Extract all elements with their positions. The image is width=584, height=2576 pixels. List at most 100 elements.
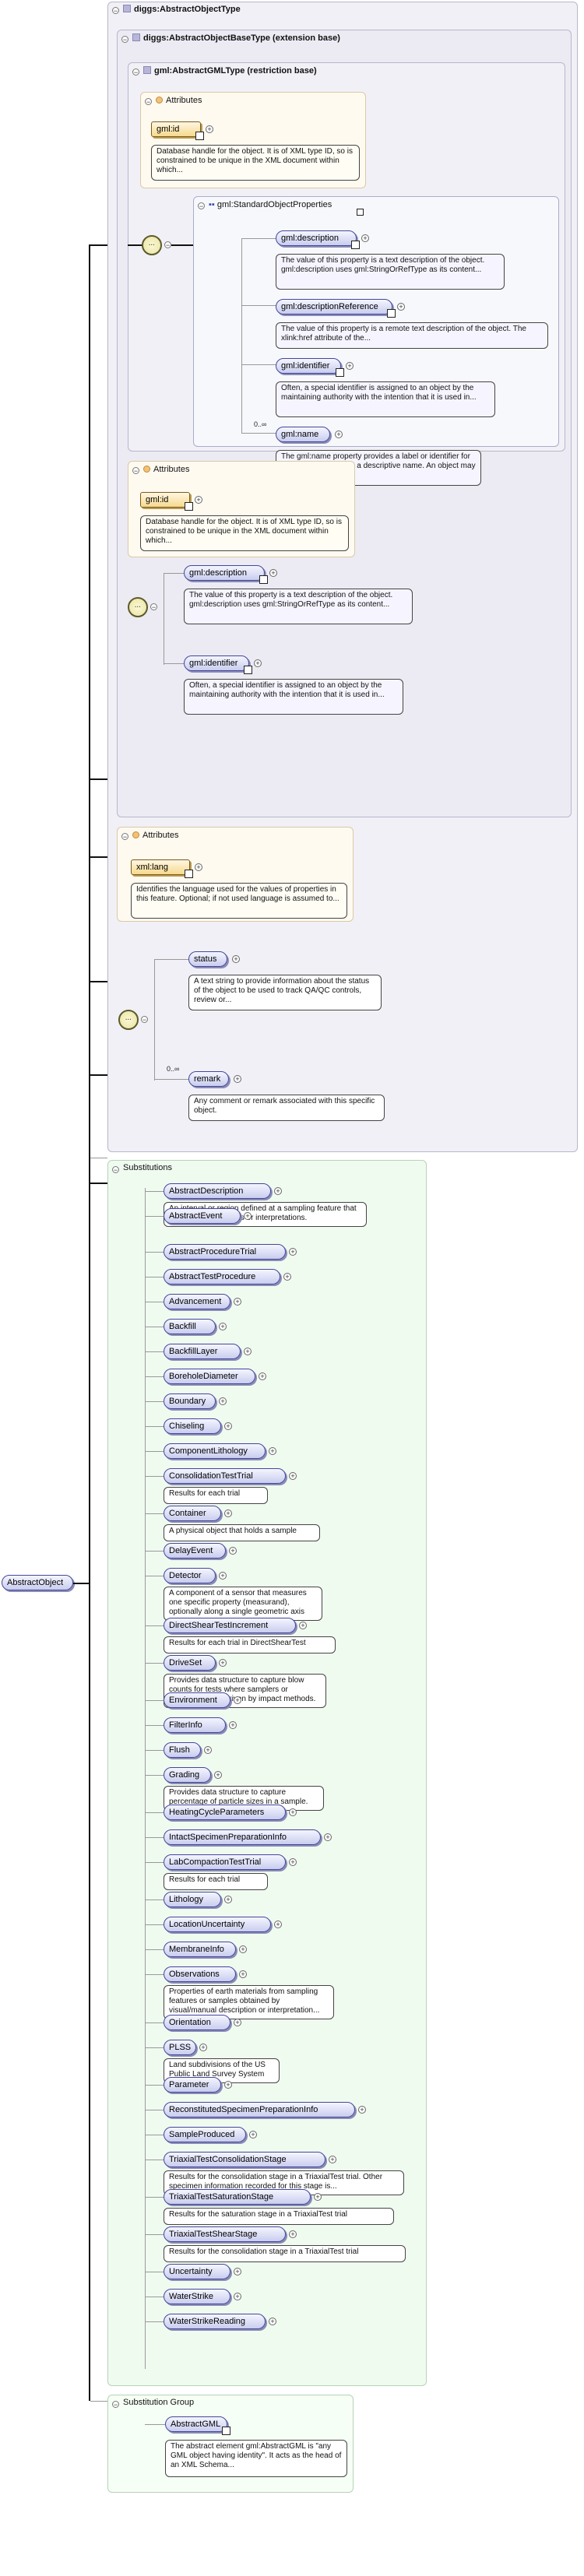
expand-icon[interactable]: + — [229, 1721, 237, 1729]
expand-icon[interactable]: + — [204, 1746, 212, 1754]
substitution-boundary[interactable]: Boundary — [164, 1393, 216, 1409]
substitution-labcompactiontesttrial[interactable]: LabCompactionTestTrial — [164, 1854, 286, 1870]
expand-icon[interactable]: + — [269, 1447, 276, 1455]
expand-icon[interactable]: + — [239, 1945, 247, 1953]
expand-icon[interactable]: + — [234, 2293, 241, 2300]
expand-icon[interactable]: + — [274, 1187, 282, 1195]
substitution-abstractevent[interactable]: AbstractEvent — [164, 1208, 241, 1224]
collapse-toggle[interactable]: − — [198, 202, 205, 210]
expand-icon[interactable]: + — [224, 1422, 232, 1430]
expand-icon[interactable]: + — [234, 1298, 241, 1306]
collapse-toggle[interactable]: − — [164, 241, 171, 249]
expand-icon[interactable]: + — [224, 1509, 232, 1517]
expand-icon[interactable]: + — [335, 431, 343, 438]
collapse-toggle[interactable]: − — [121, 833, 128, 841]
std-element-gml-description[interactable]: gml:description — [276, 230, 360, 249]
substitution-abstracttestprocedure[interactable]: AbstractTestProcedure — [164, 1269, 280, 1284]
substitution-consolidationtesttrial[interactable]: ConsolidationTestTrial — [164, 1468, 286, 1484]
substitution-driveset[interactable]: DriveSet — [164, 1655, 216, 1671]
substitution-container[interactable]: Container — [164, 1506, 221, 1521]
expand-icon[interactable]: + — [299, 1622, 307, 1629]
expand-icon[interactable]: + — [289, 1808, 297, 1816]
expand-icon[interactable]: + — [244, 1348, 252, 1355]
expand-icon[interactable]: + — [289, 1858, 297, 1866]
expand-icon[interactable]: + — [259, 1372, 266, 1380]
expand-icon[interactable]: + — [358, 2106, 366, 2114]
substitution-filterinfo[interactable]: FilterInfo — [164, 1717, 226, 1733]
substitution-uncertainty[interactable]: Uncertainty — [164, 2264, 230, 2279]
expand-icon[interactable]: + — [361, 234, 369, 242]
collapse-toggle[interactable]: − — [132, 69, 139, 76]
expand-icon[interactable]: + — [289, 2230, 297, 2238]
expand-icon[interactable]: + — [214, 1771, 222, 1779]
expand-icon[interactable]: + — [199, 2044, 207, 2051]
expand-icon[interactable]: + — [249, 2131, 257, 2138]
substitution-environment[interactable]: Environment — [164, 1692, 230, 1708]
expand-icon[interactable]: + — [234, 2268, 241, 2276]
substitution-advancement[interactable]: Advancement — [164, 1294, 230, 1309]
expand-icon[interactable]: + — [254, 659, 262, 667]
expand-icon[interactable]: + — [234, 1696, 241, 1704]
expand-icon[interactable]: + — [289, 1248, 297, 1256]
expand-icon[interactable]: + — [234, 2019, 241, 2026]
sequence-icon[interactable]: ··· — [128, 597, 148, 617]
object-element-status[interactable]: status — [188, 951, 227, 967]
substitution-sampleproduced[interactable]: SampleProduced — [164, 2127, 246, 2142]
expand-icon[interactable]: + — [234, 1075, 241, 1083]
substitution-triaxialtestsaturationstage[interactable]: TriaxialTestSaturationStage — [164, 2189, 311, 2205]
std-element-gml-identifier[interactable]: gml:identifier — [276, 358, 344, 377]
gml-id-attribute[interactable]: gml:id — [140, 492, 193, 511]
xml-lang-attribute[interactable]: xml:lang — [131, 859, 193, 878]
substitution-plss[interactable]: PLSS — [164, 2040, 196, 2055]
expand-icon[interactable]: + — [269, 2318, 276, 2325]
substitution-chiseling[interactable]: Chiseling — [164, 1418, 221, 1434]
substitution-waterstrikereading[interactable]: WaterStrikeReading — [164, 2314, 266, 2329]
sequence-icon[interactable]: ··· — [142, 235, 162, 255]
substitution-triaxialtestconsolidationstage[interactable]: TriaxialTestConsolidationStage — [164, 2152, 325, 2167]
expand-icon[interactable]: + — [224, 1896, 232, 1903]
object-element-remark[interactable]: remark — [188, 1071, 229, 1087]
substitution-boreholediameter[interactable]: BoreholeDiameter — [164, 1369, 255, 1384]
substitution-componentlithology[interactable]: ComponentLithology — [164, 1443, 266, 1459]
expand-icon[interactable]: + — [229, 1547, 237, 1555]
collapse-toggle[interactable]: − — [145, 98, 152, 106]
sequence-icon[interactable]: ··· — [118, 1010, 139, 1030]
root-element-abstractobject[interactable]: AbstractObject — [2, 1575, 73, 1590]
expand-icon[interactable]: + — [289, 1472, 297, 1480]
std-element-gml-descriptionreference[interactable]: gml:descriptionReference — [276, 299, 396, 318]
expand-icon[interactable]: + — [269, 569, 277, 577]
collapse-toggle[interactable]: − — [121, 36, 128, 44]
substitution-backfilllayer[interactable]: BackfillLayer — [164, 1344, 241, 1359]
substitution-abstractproceduretrial[interactable]: AbstractProcedureTrial — [164, 1244, 286, 1260]
collapse-toggle[interactable]: − — [132, 467, 139, 475]
expand-icon[interactable]: + — [219, 1397, 227, 1405]
substitution-grading[interactable]: Grading — [164, 1767, 211, 1783]
substitution-heatingcycleparameters[interactable]: HeatingCycleParameters — [164, 1805, 286, 1820]
substitution-detector[interactable]: Detector — [164, 1568, 216, 1583]
expand-icon[interactable]: + — [244, 1212, 252, 1220]
substitution-parameter[interactable]: Parameter — [164, 2077, 221, 2093]
substitution-directsheartestincrement[interactable]: DirectShearTestIncrement — [164, 1618, 296, 1633]
substitution-lithology[interactable]: Lithology — [164, 1892, 221, 1907]
expand-icon[interactable]: + — [219, 1659, 227, 1667]
expand-icon[interactable]: + — [239, 1970, 247, 1978]
std-element-gml-name[interactable]: gml:name — [276, 427, 330, 442]
collapse-toggle[interactable]: − — [141, 1016, 148, 1024]
base-element-gml-description[interactable]: gml:description — [184, 565, 268, 584]
group-element-abstractgml[interactable]: AbstractGML — [165, 2416, 230, 2435]
expand-icon[interactable]: + — [346, 362, 354, 370]
substitution-membraneinfo[interactable]: MembraneInfo — [164, 1942, 236, 1957]
expand-icon[interactable]: + — [314, 2193, 322, 2201]
expand-icon[interactable]: + — [224, 2081, 232, 2089]
substitution-delayevent[interactable]: DelayEvent — [164, 1543, 226, 1559]
collapse-toggle[interactable]: − — [112, 7, 119, 15]
base-element-gml-identifier[interactable]: gml:identifier — [184, 655, 252, 674]
expand-icon[interactable]: + — [232, 955, 240, 963]
substitution-waterstrike[interactable]: WaterStrike — [164, 2289, 230, 2304]
expand-icon[interactable]: + — [195, 863, 202, 871]
expand-icon[interactable]: + — [195, 496, 202, 504]
substitution-orientation[interactable]: Orientation — [164, 2015, 230, 2030]
gml-id-attribute[interactable]: gml:id — [151, 121, 204, 140]
substitution-triaxialtestshearstage[interactable]: TriaxialTestShearStage — [164, 2226, 286, 2242]
substitution-locationuncertainty[interactable]: LocationUncertainty — [164, 1917, 271, 1932]
